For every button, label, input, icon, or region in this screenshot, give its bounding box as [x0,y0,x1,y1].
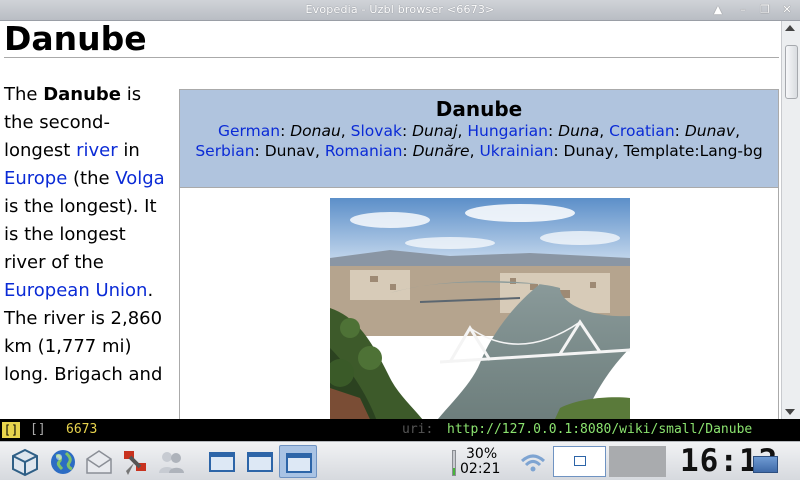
battery-time: 02:21 [460,461,501,477]
link-europe[interactable]: Europe [4,168,67,189]
mail-icon[interactable] [84,447,114,477]
link-european-union[interactable]: European Union [4,280,147,301]
scroll-down-arrow-icon[interactable] [785,409,795,415]
taskbar-window-1[interactable] [203,445,241,478]
status-bar: [] [] 6673 uri: http://127.0.0.1:8080/wi… [0,419,800,441]
intro-paragraph: The Danube is the second-longest river i… [4,81,170,389]
danube-photo [330,198,630,419]
uri-value: http://127.0.0.1:8080/wiki/small/Danube [447,422,753,437]
globe-icon[interactable] [48,447,78,477]
link-river[interactable]: river [76,140,118,161]
pager-desktop[interactable] [609,446,666,477]
mode-indicator-active: [] [2,422,20,438]
window-icon [209,452,235,472]
window-title: Evopedia - Uzbl browser <6673> [305,3,495,16]
restore-button[interactable]: ❐ [757,3,773,17]
network-icon[interactable] [553,446,606,477]
process-id: 6673 [66,422,98,437]
page-title: Danube [4,21,147,58]
language-list: German: Donau, Slovak: Dunaj, Hungarian:… [195,122,763,160]
battery-fill [453,467,455,475]
up-arrow-icon[interactable]: ▲ [710,3,726,17]
language-term: Dunăre [412,142,470,160]
scroll-thumb[interactable] [785,45,798,99]
language-link[interactable]: Slovak [351,122,402,140]
language-term: Dunav [684,122,736,140]
language-link[interactable]: Romanian [325,142,403,160]
taskbar-window-active[interactable] [279,445,317,478]
show-desktop-icon[interactable] [753,456,778,473]
battery-percent: 30% [466,446,498,462]
language-term: Duna [558,122,600,140]
minimize-button[interactable]: – [735,3,751,17]
taskbar: 30% 02:21 16:12 [0,441,800,480]
intro-text: in [117,140,140,161]
title-divider [4,57,779,58]
link-volga[interactable]: Volga [115,168,164,189]
intro-text: is the longest). It is the longest river… [4,196,157,273]
window-icon [286,453,312,473]
infobox-title: Danube [435,97,523,121]
language-link[interactable]: Ukrainian [479,142,553,160]
infobox: Danube German: Donau, Slovak: Dunaj, Hun… [179,89,779,419]
close-button[interactable]: ✕ [779,3,795,17]
window-icon [574,456,586,466]
language-link[interactable]: Croatian [609,122,675,140]
language-term: Donau [290,122,341,140]
page-content[interactable]: Danube The Danube is the second-longest … [0,21,781,419]
danube-photo-image [330,198,630,419]
window-titlebar[interactable]: Evopedia - Uzbl browser <6673> ▲ – ❐ ✕ [0,0,800,21]
scroll-up-arrow-icon[interactable] [785,25,795,31]
screen: Evopedia - Uzbl browser <6673> ▲ – ❐ ✕ D… [0,0,800,480]
language-link[interactable]: Hungarian [467,122,548,140]
intro-text: (the [67,168,116,189]
template-note: Template:Lang-bg [623,142,763,160]
language-term: Dunaj [412,122,458,140]
vertical-scrollbar[interactable] [781,21,800,419]
infobox-header: Danube German: Donau, Slovak: Dunaj, Hun… [180,90,778,188]
language-term: Dunav [264,142,315,160]
wifi-icon[interactable] [518,447,548,477]
battery-indicator [452,450,456,476]
intro-text: The [4,84,44,105]
cube-icon[interactable] [10,447,40,477]
intro-bold-term: Danube [43,84,122,105]
window-icon [247,452,273,472]
satellite-icon[interactable] [120,447,150,477]
uri-label: uri: [402,422,434,437]
mode-indicator: [] [30,422,46,437]
users-icon[interactable] [156,447,186,477]
taskbar-window-2[interactable] [241,445,279,478]
language-link[interactable]: German [218,122,280,140]
language-term: Dunay [563,142,614,160]
language-link[interactable]: Serbian [195,142,254,160]
